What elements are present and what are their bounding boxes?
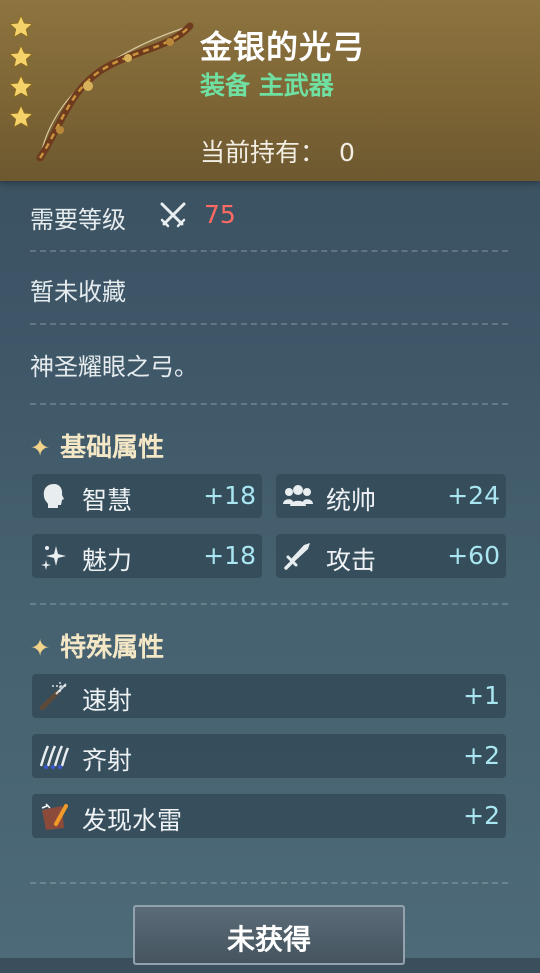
bow-icon	[36, 22, 194, 162]
stat-charm: 魅力 +18	[32, 534, 262, 578]
collection-status: 暂未收藏	[30, 278, 126, 306]
stat-label: 速射	[82, 686, 133, 715]
stat-value: +18	[203, 541, 256, 570]
head-icon	[43, 484, 64, 508]
required-level-label: 需要等级	[30, 206, 126, 234]
sword-icon	[284, 543, 310, 570]
item-description: 神圣耀眼之弓。	[30, 353, 198, 381]
group-icon	[283, 485, 313, 506]
stat-value: +18	[203, 481, 256, 510]
section-title-text: 基础属性	[60, 433, 165, 463]
volley-icon	[39, 745, 70, 769]
crossed-swords-icon	[160, 202, 186, 228]
divider	[30, 882, 508, 884]
stat-label: 魅力	[82, 546, 133, 575]
stat-value: +24	[447, 481, 500, 510]
divider	[30, 250, 508, 252]
item-header: 金银的光弓 装备 主武器 当前持有： 0	[0, 0, 540, 181]
rapid-fire-icon	[39, 682, 68, 711]
stat-label: 攻击	[326, 546, 377, 575]
item-type: 装备 主武器	[200, 71, 334, 100]
stat-value: +2	[463, 801, 500, 830]
special-rapid-fire: 速射 +1	[32, 674, 506, 718]
special-detect-mines: 发现水雷 +2	[32, 794, 506, 838]
stat-label: 齐射	[82, 746, 133, 775]
stat-value: +1	[463, 681, 500, 710]
mine-detect-icon	[41, 803, 68, 830]
stat-label: 发现水雷	[82, 806, 183, 835]
section-title-text: 特殊属性	[60, 633, 165, 663]
special-attributes-title: ✦ 特殊属性	[30, 627, 164, 664]
stat-label: 统帅	[326, 486, 377, 515]
stat-label: 智慧	[82, 486, 133, 515]
base-attributes-title: ✦ 基础属性	[30, 427, 164, 464]
sparkle-bullet-icon: ✦	[30, 634, 51, 662]
sparkle-bullet-icon: ✦	[30, 434, 51, 462]
stat-wisdom: 智慧 +18	[32, 474, 262, 518]
divider	[30, 323, 508, 325]
sparkle-icon	[41, 546, 66, 570]
divider	[30, 403, 508, 405]
special-volley: 齐射 +2	[32, 734, 506, 778]
required-level-value: 75	[204, 200, 236, 229]
stat-attack: 攻击 +60	[276, 534, 506, 578]
stat-leadership: 统帅 +24	[276, 474, 506, 518]
not-obtained-button[interactable]: 未获得	[133, 905, 405, 965]
divider	[30, 603, 508, 605]
stat-value: +60	[447, 541, 500, 570]
owned-count: 0	[339, 138, 355, 167]
stat-value: +2	[463, 741, 500, 770]
owned-label: 当前持有：	[200, 138, 326, 167]
owned-count-row: 当前持有： 0	[200, 133, 355, 169]
item-name: 金银的光弓	[200, 28, 366, 66]
